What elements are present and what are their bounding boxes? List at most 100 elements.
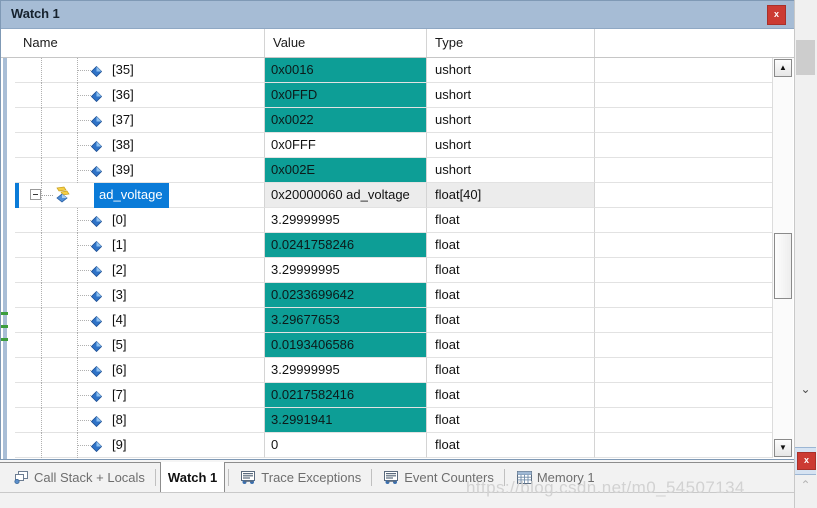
cell-value[interactable]: 0.0217582416 xyxy=(265,383,427,408)
tree-elbow xyxy=(77,145,91,147)
tree-guide xyxy=(41,433,43,458)
table-row[interactable]: ad_voltage 0x20000060 ad_voltage float[40] xyxy=(1,183,794,208)
cell-name[interactable]: [5] xyxy=(15,333,265,358)
column-header-extra[interactable] xyxy=(595,29,772,57)
cell-name[interactable]: [37] xyxy=(15,108,265,133)
outer-ide-strip: ⌄ x ⌃ xyxy=(794,0,817,508)
cell-name[interactable]: [6] xyxy=(15,358,265,383)
cell-value[interactable]: 3.29999995 xyxy=(265,358,427,383)
diamond-icon xyxy=(90,114,103,128)
cell-type: float xyxy=(427,258,595,283)
cell-extra xyxy=(595,308,772,333)
cell-name[interactable]: [7] xyxy=(15,383,265,408)
table-row[interactable]: [2] 3.29999995 float xyxy=(1,258,794,283)
cell-name[interactable]: [4] xyxy=(15,308,265,333)
cell-name[interactable]: [35] xyxy=(15,58,265,83)
table-row[interactable]: [35] 0x0016 ushort xyxy=(1,58,794,83)
scroll-up-icon[interactable]: ▲ xyxy=(774,59,792,77)
cell-value[interactable]: 0.0233699642 xyxy=(265,283,427,308)
column-header-value[interactable]: Value xyxy=(265,29,427,57)
close-icon[interactable]: x xyxy=(767,5,786,25)
row-name-label: [6] xyxy=(112,362,127,377)
cell-value[interactable]: 0x0022 xyxy=(265,108,427,133)
cell-type: ushort xyxy=(427,83,595,108)
tree-elbow xyxy=(42,195,53,197)
row-name-label: [36] xyxy=(112,87,134,102)
table-row[interactable]: [3] 0.0233699642 float xyxy=(1,283,794,308)
memory-icon xyxy=(516,470,533,485)
table-row[interactable]: [39] 0x002E ushort xyxy=(1,158,794,183)
cell-value[interactable]: 0x20000060 ad_voltage xyxy=(265,183,427,208)
bottom-tab-bar: Call Stack + Locals Watch 1 Trace Exceptio… xyxy=(0,462,795,493)
cell-name[interactable]: [8] xyxy=(15,408,265,433)
row-name-label: [37] xyxy=(112,112,134,127)
tree-elbow xyxy=(77,295,91,297)
row-name-label: [0] xyxy=(112,212,127,227)
cell-extra xyxy=(595,333,772,358)
cell-value[interactable]: 0x0016 xyxy=(265,58,427,83)
outer-scroll-track[interactable] xyxy=(795,0,816,18)
table-row[interactable]: [6] 3.29999995 float xyxy=(1,358,794,383)
cell-value[interactable]: 0x0FFD xyxy=(265,83,427,108)
row-name-label: [39] xyxy=(112,162,134,177)
tab-memory-1[interactable]: Memory 1 xyxy=(509,463,602,492)
diamond-icon xyxy=(90,139,103,153)
table-row[interactable]: [37] 0x0022 ushort xyxy=(1,108,794,133)
cell-name[interactable]: [1] xyxy=(15,233,265,258)
cell-value[interactable]: 3.2991941 xyxy=(265,408,427,433)
chevron-down-icon[interactable]: ⌄ xyxy=(795,380,816,398)
table-row[interactable]: [7] 0.0217582416 float xyxy=(1,383,794,408)
table-row[interactable]: [0] 3.29999995 float xyxy=(1,208,794,233)
cell-value[interactable]: 0x0FFF xyxy=(265,133,427,158)
diamond-icon xyxy=(90,264,103,278)
cell-value[interactable]: 3.29677653 xyxy=(265,308,427,333)
tree-elbow xyxy=(77,395,91,397)
row-name-label: [7] xyxy=(112,387,127,402)
tree-guide xyxy=(41,383,43,408)
cell-value[interactable]: 3.29999995 xyxy=(265,208,427,233)
chevron-up-icon[interactable]: ⌃ xyxy=(795,476,816,494)
cell-value[interactable]: 0x002E xyxy=(265,158,427,183)
table-row[interactable]: [8] 3.2991941 float xyxy=(1,408,794,433)
cell-name[interactable]: [2] xyxy=(15,258,265,283)
column-header-type[interactable]: Type xyxy=(427,29,595,57)
table-row[interactable]: [38] 0x0FFF ushort xyxy=(1,133,794,158)
cell-type: float[40] xyxy=(427,183,595,208)
cell-type: float xyxy=(427,358,595,383)
cell-name[interactable]: [36] xyxy=(15,83,265,108)
cell-name[interactable]: ad_voltage xyxy=(15,183,265,208)
cell-name[interactable]: [9] xyxy=(15,433,265,458)
cell-value[interactable]: 0.0193406586 xyxy=(265,333,427,358)
cell-value[interactable]: 3.29999995 xyxy=(265,258,427,283)
vertical-scrollbar[interactable]: ▲ ▼ xyxy=(772,58,793,458)
scroll-down-icon[interactable]: ▼ xyxy=(774,439,792,457)
cell-value[interactable]: 0 xyxy=(265,433,427,458)
trace-icon xyxy=(240,470,257,485)
cell-value[interactable]: 0.0241758246 xyxy=(265,233,427,258)
tab-trace-exceptions[interactable]: Trace Exceptions xyxy=(233,463,368,492)
outer-scrollbar-thumb[interactable] xyxy=(796,40,815,75)
cell-name[interactable]: [3] xyxy=(15,283,265,308)
tab-bar-underline xyxy=(0,492,795,508)
collapse-icon[interactable] xyxy=(30,189,41,200)
cell-name[interactable]: [39] xyxy=(15,158,265,183)
table-row[interactable]: [5] 0.0193406586 float xyxy=(1,333,794,358)
outer-close-icon[interactable]: x xyxy=(797,452,816,470)
cell-name[interactable]: [38] xyxy=(15,133,265,158)
tab-call-stack-locals[interactable]: Call Stack + Locals xyxy=(6,463,152,492)
tree-guide xyxy=(41,333,43,358)
tab-watch-1[interactable]: Watch 1 xyxy=(159,462,226,493)
scrollbar-thumb[interactable] xyxy=(774,233,792,299)
column-header-name[interactable]: Name xyxy=(15,29,265,57)
cell-name[interactable]: [0] xyxy=(15,208,265,233)
table-row[interactable]: [9] 0 float xyxy=(1,433,794,458)
table-row[interactable]: [36] 0x0FFD ushort xyxy=(1,83,794,108)
tab-event-counters[interactable]: Event Counters xyxy=(376,463,501,492)
diamond-icon xyxy=(90,89,103,103)
tree-guide xyxy=(41,408,43,433)
cell-type: float xyxy=(427,433,595,458)
table-row[interactable]: [4] 3.29677653 float xyxy=(1,308,794,333)
tab-separator xyxy=(154,469,156,486)
tree-guide xyxy=(41,108,43,133)
table-row[interactable]: [1] 0.0241758246 float xyxy=(1,233,794,258)
